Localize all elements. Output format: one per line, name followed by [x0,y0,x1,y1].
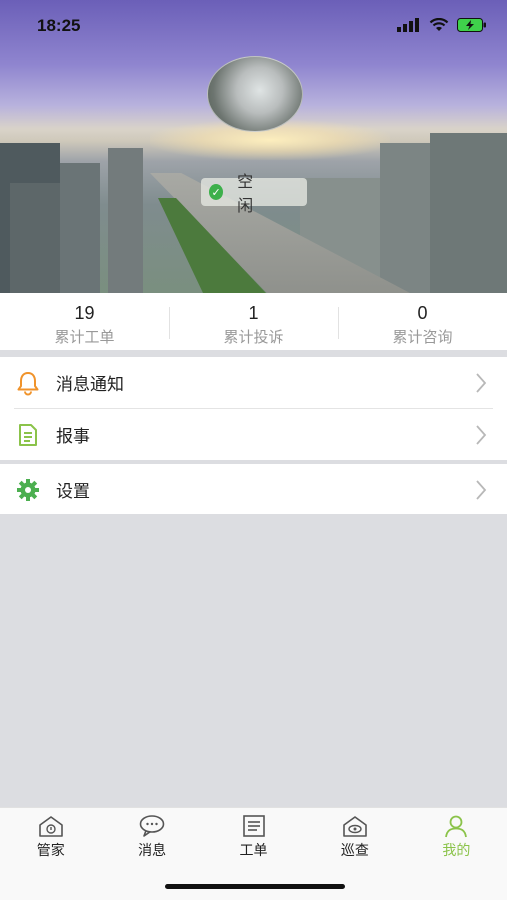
stat-value: 1 [248,303,259,323]
menu-item-settings[interactable]: 设置 [0,464,507,514]
stats-row: 19 累计工单 1 累计投诉 0 累计咨询 [0,293,507,350]
gear-icon [17,479,39,501]
list-document-icon [242,815,265,837]
signal-icon [397,18,419,32]
building [60,163,100,293]
tab-work-orders[interactable]: 工单 [203,808,304,869]
stat-total-complaints[interactable]: 1 累计投诉 [169,293,338,350]
tab-label: 我的 [442,843,471,859]
building [430,133,507,293]
document-icon [19,424,37,446]
stat-label: 累计咨询 [392,328,453,346]
status-time: 18:25 [37,16,81,35]
house-eye-icon [343,816,367,837]
tab-bar: 管家 消息 工单 巡查 我的 [0,807,507,869]
tab-patrol[interactable]: 巡查 [304,808,405,869]
menu-label: 设置 [56,481,90,502]
chevron-right-icon [476,373,487,393]
tab-butler[interactable]: 管家 [0,808,101,869]
tab-label: 管家 [36,843,65,859]
menu-group-settings: 设置 [0,464,507,514]
chevron-right-icon [476,425,487,445]
tab-label: 巡查 [340,843,369,859]
tab-mine[interactable]: 我的 [406,808,507,869]
stat-value: 19 [74,303,95,323]
status-icons [397,18,487,32]
battery-charging-icon [457,18,486,32]
building [108,148,143,293]
house-icon [38,816,63,837]
menu-group-primary: 消息通知 报事 [0,357,507,460]
menu-item-report[interactable]: 报事 [0,409,507,460]
menu-label: 消息通知 [56,375,124,395]
avatar[interactable] [207,56,303,132]
stat-value: 0 [417,303,428,323]
stat-label: 累计工单 [54,328,115,346]
chat-bubble-icon [139,815,165,837]
checkmark-icon: ✓ [209,184,224,200]
tab-messages[interactable]: 消息 [101,808,202,869]
stat-label: 累计投诉 [223,328,284,346]
stat-total-inquiries[interactable]: 0 累计咨询 [338,293,507,350]
profile-header: 18:25 ✓ 空 闲 [0,0,507,293]
wifi-icon [429,18,449,31]
stat-total-orders[interactable]: 19 累计工单 [0,293,169,350]
home-indicator[interactable] [165,884,345,889]
menu-item-notifications[interactable]: 消息通知 [0,357,507,408]
work-status-badge[interactable]: ✓ 空 闲 [201,172,307,215]
tab-label: 工单 [239,843,268,859]
work-status-label: 空 闲 [237,172,268,215]
person-icon [445,815,468,838]
bell-icon [17,372,39,396]
chevron-right-icon [476,480,487,500]
status-bar: 18:25 [0,0,507,52]
tab-label: 消息 [138,843,167,859]
menu-label: 报事 [56,427,90,447]
